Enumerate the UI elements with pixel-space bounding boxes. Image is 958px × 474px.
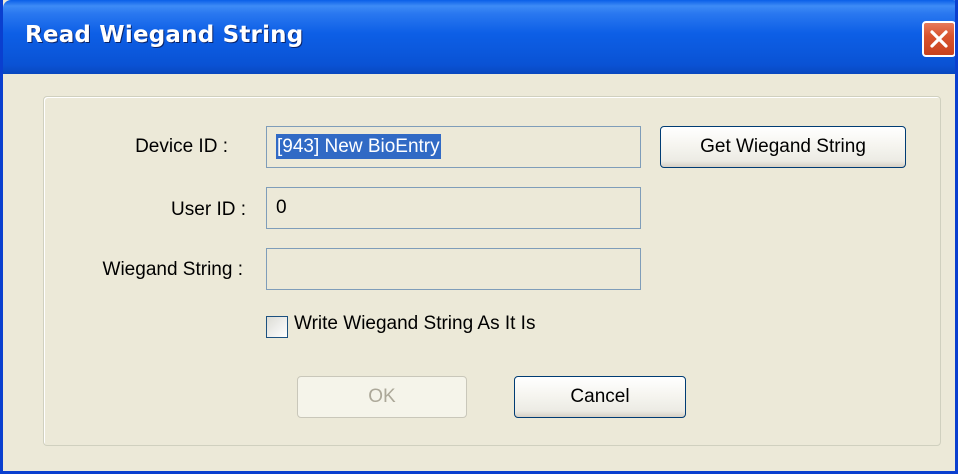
dialog-window: Read Wiegand String Device ID : [943] Ne… bbox=[0, 0, 958, 474]
get-wiegand-string-button[interactable]: Get Wiegand String bbox=[660, 126, 906, 168]
device-id-label: Device ID : bbox=[135, 136, 228, 157]
window-title: Read Wiegand String bbox=[25, 22, 304, 48]
device-id-field[interactable]: [943] New BioEntry bbox=[266, 126, 641, 168]
user-id-label: User ID : bbox=[171, 199, 246, 220]
close-button[interactable] bbox=[922, 21, 955, 57]
wiegand-string-field[interactable] bbox=[266, 248, 641, 290]
device-id-value: [943] New BioEntry bbox=[276, 134, 441, 159]
ok-button[interactable]: OK bbox=[297, 376, 467, 418]
write-as-is-checkbox[interactable] bbox=[266, 316, 288, 338]
user-id-value: 0 bbox=[276, 197, 287, 218]
cancel-button[interactable]: Cancel bbox=[514, 376, 686, 418]
title-bar[interactable]: Read Wiegand String bbox=[3, 0, 955, 74]
wiegand-string-label: Wiegand String : bbox=[102, 259, 243, 280]
user-id-field[interactable]: 0 bbox=[266, 187, 641, 229]
write-as-is-label[interactable]: Write Wiegand String As It Is bbox=[294, 313, 535, 335]
close-icon bbox=[930, 30, 948, 48]
